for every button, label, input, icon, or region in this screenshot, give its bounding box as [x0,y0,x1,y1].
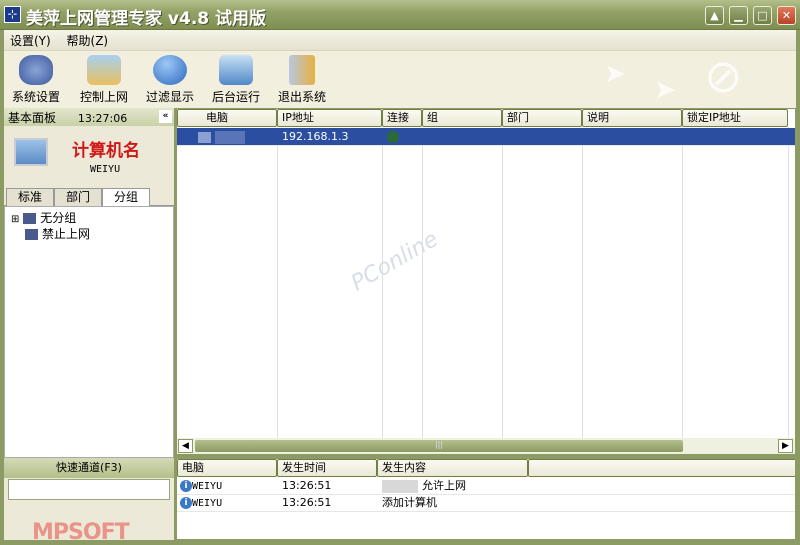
tab-group[interactable]: 分组 [102,188,150,206]
log-computer: WEIYU [192,498,223,509]
menu-bar: 设置(Y) 帮助(Z) [4,30,796,50]
log-time: 13:26:51 [282,479,332,492]
expand-icon[interactable]: ⊞ [11,214,19,225]
app-icon: ⊹ [4,6,21,23]
tree-item-ungrouped[interactable]: ⊞ 无分组 [11,210,167,226]
log-row[interactable]: i WEIYU 13:26:51 添加计算机 [177,494,795,512]
basic-panel-header: 基本面板 13:27:06 « [4,108,174,126]
log-col-time[interactable]: 发生时间 [277,459,377,477]
col-note[interactable]: 说明 [582,109,682,127]
log-content: 添加计算机 [382,496,437,509]
computer-name: WEIYU [90,164,121,175]
mpsoft-logo: MPSOFT [32,520,130,545]
computer-icon [23,213,37,224]
filter-display-button[interactable]: 过滤显示 [140,55,200,105]
clock: 13:27:06 [77,112,128,125]
gears-icon [19,55,53,85]
scroll-right-button[interactable]: ▶ [778,439,793,453]
tool-label: 后台运行 [211,90,260,104]
info-icon: i [180,480,192,492]
log-row[interactable]: i WEIYU 13:26:51 允许上网 [177,477,795,495]
col-ip[interactable]: IP地址 [277,109,382,127]
sunglasses-globe-icon [153,55,187,85]
collapse-button[interactable]: « [159,110,172,123]
log-col-content[interactable]: 发生内容 [377,459,528,477]
tool-label: 过滤显示 [145,90,194,104]
fish-decoration-icon: ➤ [604,59,626,89]
tree-label: 无分组 [40,211,77,225]
menu-settings[interactable]: 设置(Y) [4,30,57,51]
computer-label: 计算机名 [72,141,140,161]
col-label: 电脑 [206,111,228,124]
quick-channel-input[interactable] [8,479,170,500]
col-locked-ip[interactable]: 锁定IP地址 [682,109,788,127]
group-tree: ⊞ 无分组 禁止上网 [4,206,174,458]
col-connection[interactable]: 连接 [382,109,422,127]
toolbar: 系统设置 控制上网 过滤显示 后台运行 退出系统 ➤ ➤ ⊘ [4,50,796,108]
log-time: 13:26:51 [282,496,332,509]
title-bar: ⊹ 美萍上网管理专家 v4.8 试用版 ▲ ▁ □ ✕ [0,0,800,30]
close-button[interactable]: ✕ [777,6,796,25]
window-title: 美萍上网管理专家 v4.8 试用版 [26,9,267,29]
horizontal-scrollbar[interactable]: ◀ ||| ▶ [177,438,795,454]
connected-globe-icon [382,128,399,146]
panel-title: 基本面板 [8,111,57,125]
tool-label: 退出系统 [277,90,326,104]
log-computer: WEIYU [192,481,223,492]
computer-grid: 电脑 IP地址 连接 组 部门 说明 锁定IP地址 192.168.1.3 PC… [176,108,796,455]
minimize-button[interactable]: ▁ [729,6,748,25]
tree-item-blocked[interactable]: 禁止上网 [11,226,167,242]
system-settings-button[interactable]: 系统设置 [6,55,66,105]
watermark: PConline [347,226,443,297]
tab-department[interactable]: 部门 [54,188,102,206]
redacted-text [382,479,418,493]
computers-icon [14,138,48,166]
log-col-computer[interactable]: 电脑 [177,459,277,477]
quick-channel-header: 快速通道(F3) [4,458,174,478]
panel-tabs: 标准 部门 分组 [4,188,174,206]
log-col-extra [528,459,795,477]
control-internet-button[interactable]: 控制上网 [74,55,134,105]
computer-icon [219,55,253,85]
scroll-left-button[interactable]: ◀ [178,439,193,453]
col-department[interactable]: 部门 [502,109,582,127]
control-icon [87,55,121,85]
ip-cell: 192.168.1.3 [282,130,349,143]
tool-label: 控制上网 [79,90,128,104]
tool-label: 系统设置 [11,90,60,104]
col-computer[interactable]: 电脑 [177,109,277,127]
maximize-button[interactable]: □ [753,6,772,25]
background-run-button[interactable]: 后台运行 [206,55,266,105]
left-panel: 基本面板 13:27:06 « 计算机名 WEIYU 标准 部门 分组 ⊞ 无分组 … [4,108,174,545]
door-exit-icon [289,55,315,85]
scroll-thumb[interactable]: ||| [195,440,683,452]
fish-decoration-icon: ➤ [654,75,676,105]
table-row[interactable]: 192.168.1.3 [177,128,795,146]
info-icon: i [180,497,192,509]
row-computer-icon [193,128,249,146]
computer-info: 计算机名 WEIYU [4,126,174,188]
menu-help[interactable]: 帮助(Z) [61,30,115,51]
rollup-button[interactable]: ▲ [705,6,724,25]
col-group[interactable]: 组 [422,109,502,127]
exit-system-button[interactable]: 退出系统 [272,55,332,105]
no-fishing-icon: ⊘ [704,50,743,103]
computer-icon [25,229,38,240]
log-content: 允许上网 [422,479,466,492]
event-log: 电脑 发生时间 发生内容 i WEIYU 13:26:51 允许上网 i WEIYU… [176,458,796,540]
computer-cell [215,130,245,144]
tree-label: 禁止上网 [42,227,91,241]
tab-standard[interactable]: 标准 [6,188,54,206]
